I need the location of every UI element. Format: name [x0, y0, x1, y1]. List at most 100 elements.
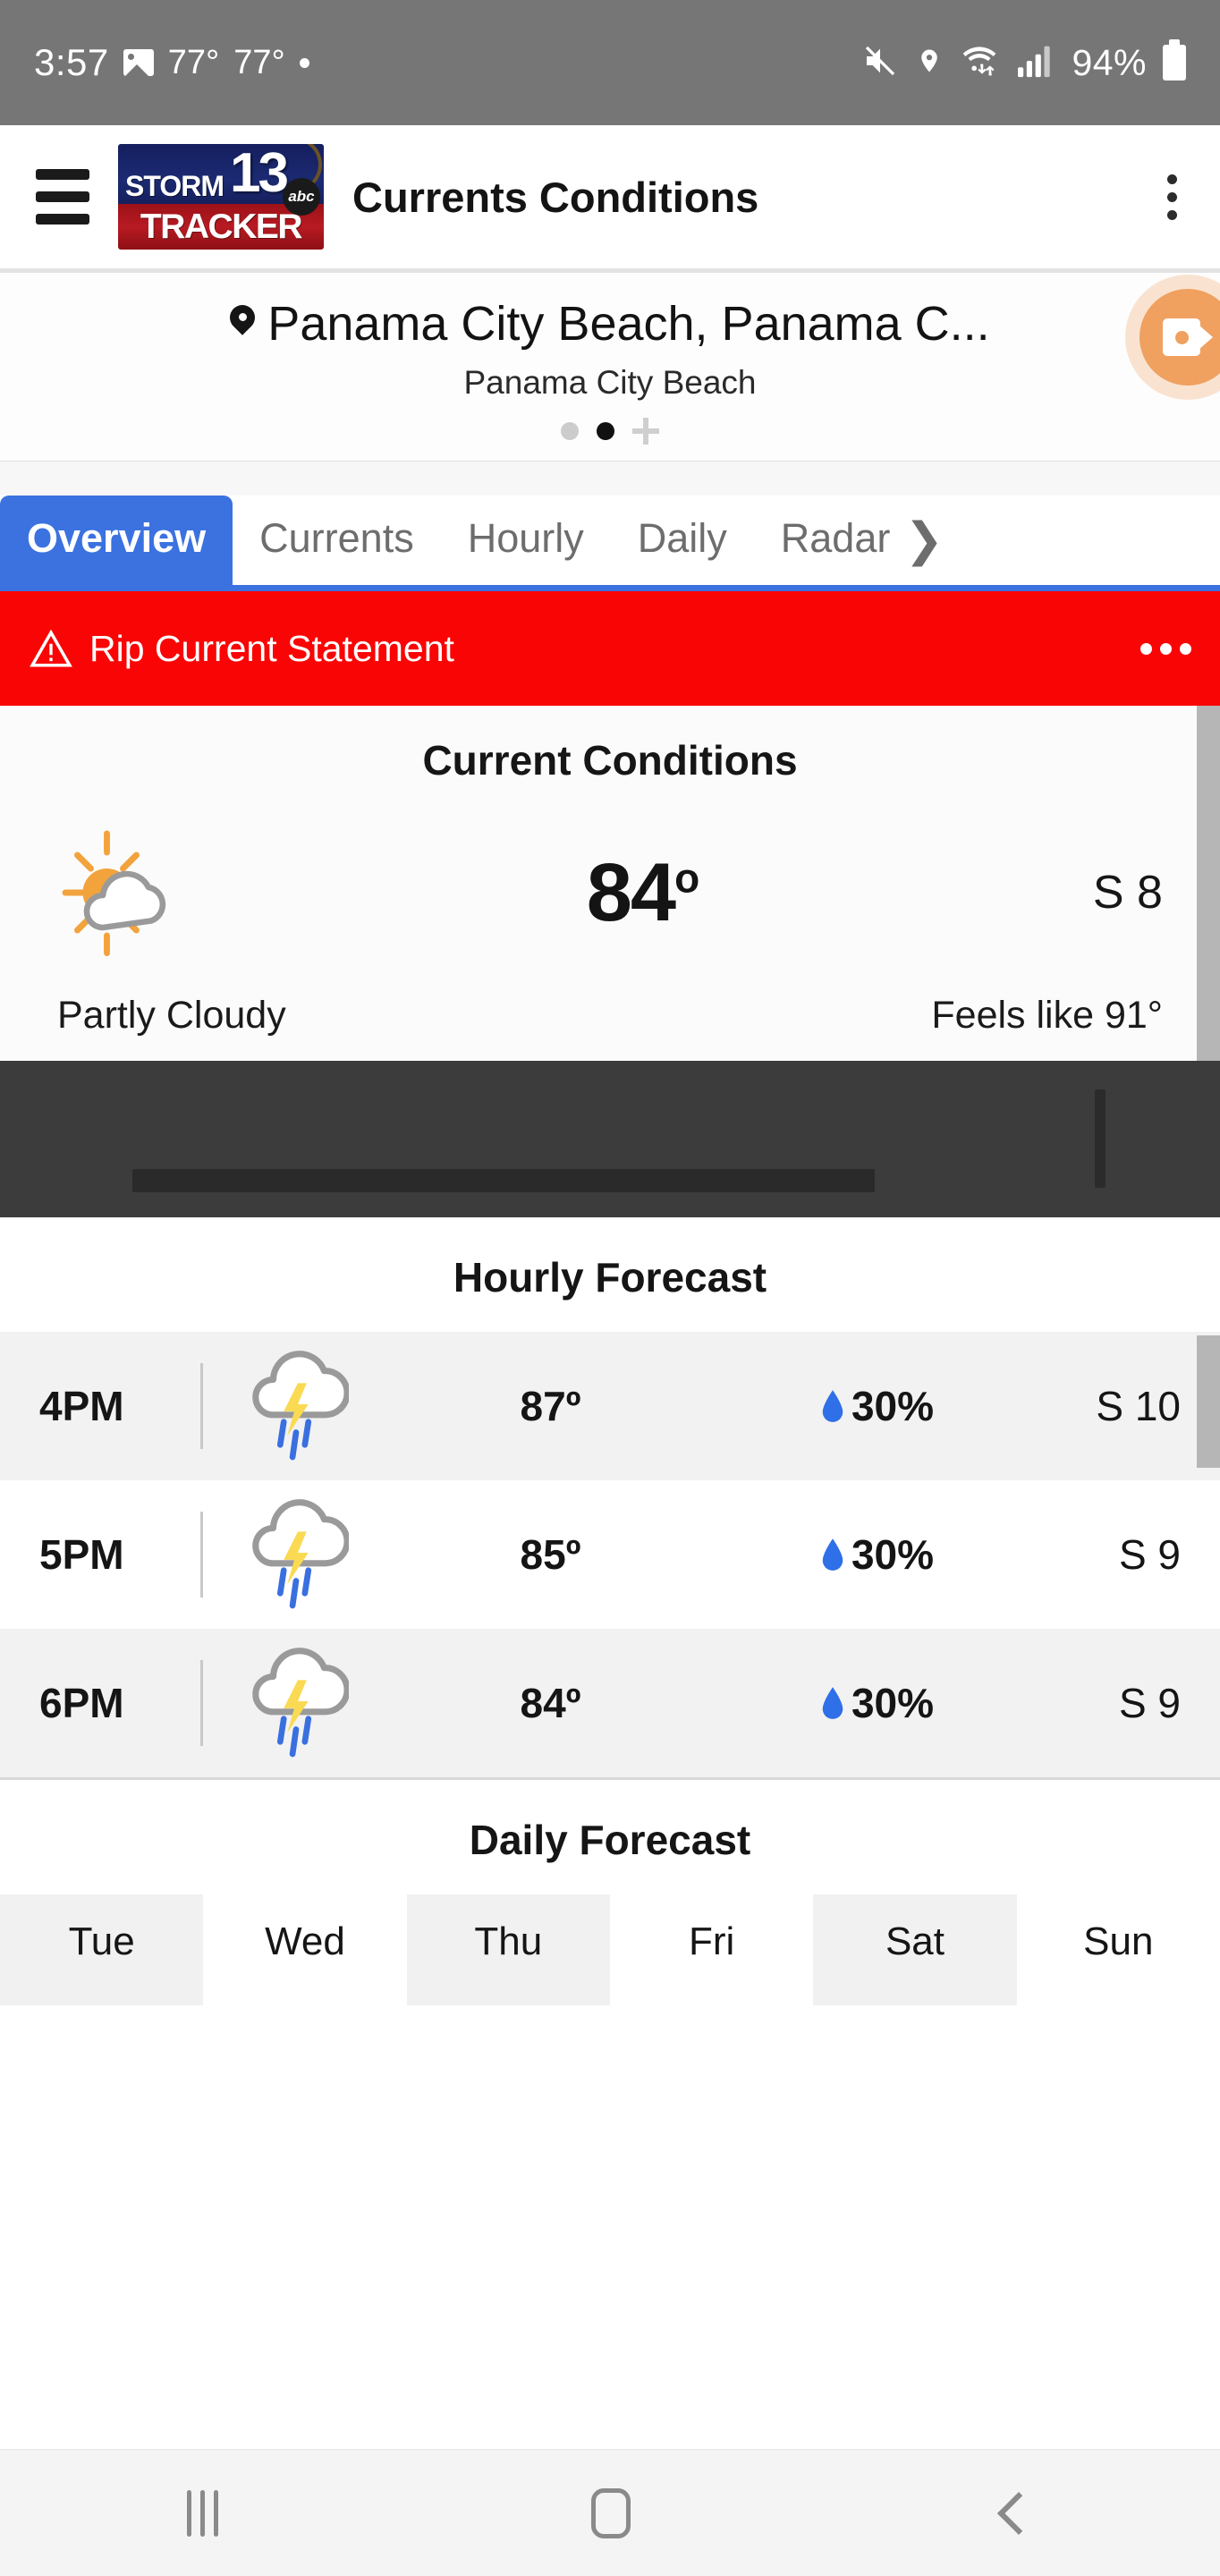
- current-conditions-card: Current Conditions 84o S 8 Partly Cloudy…: [0, 706, 1220, 1207]
- hourly-forecast-heading: Hourly Forecast: [0, 1217, 1220, 1332]
- location-pager[interactable]: [0, 418, 1220, 445]
- partly-cloudy-icon: [57, 826, 191, 960]
- image-icon: [123, 49, 154, 76]
- hourly-wind: S 9: [1118, 1680, 1181, 1726]
- current-conditions-main: 84o S 8: [0, 784, 1220, 960]
- pager-dot-1[interactable]: [561, 422, 579, 440]
- thunderstorm-icon: [242, 1645, 350, 1761]
- status-bar-left: 3:57 77° 77°: [34, 41, 309, 84]
- abc-network-icon: abc: [283, 178, 320, 216]
- battery-percent-label: 94%: [1072, 41, 1147, 83]
- hourly-scrollbar[interactable]: [1197, 1335, 1220, 1468]
- daily-day-fri[interactable]: Fri: [610, 1894, 813, 2005]
- table-row[interactable]: 4PM 87º 30% S 10: [0, 1332, 1220, 1480]
- chevron-right-icon[interactable]: ❯: [904, 513, 944, 585]
- thunderstorm-icon: [242, 1496, 350, 1613]
- current-conditions-heading: Current Conditions: [422, 737, 798, 784]
- status-bar-right: 94%: [860, 39, 1186, 84]
- hamburger-menu-icon[interactable]: [36, 169, 89, 225]
- daily-day-sun[interactable]: Sun: [1017, 1894, 1220, 2005]
- battery-icon: [1163, 39, 1186, 80]
- media-vertical-bar: [1095, 1089, 1106, 1188]
- water-drop-icon: [819, 1387, 846, 1425]
- hourly-wind: S 10: [1096, 1383, 1181, 1429]
- hourly-precip-value: 30%: [851, 1531, 935, 1578]
- status-bar: 3:57 77° 77° 94%: [0, 0, 1220, 125]
- daily-forecast-section: Daily Forecast Tue Wed Thu Fri Sat Sun: [0, 1780, 1220, 2005]
- app-bar: STORM 13 abc TRACKER Currents Conditions: [0, 125, 1220, 268]
- recents-icon[interactable]: [186, 2489, 218, 2537]
- logo-tracker-text: TRACKER: [140, 208, 303, 247]
- pager-dot-2[interactable]: [597, 422, 614, 440]
- android-nav-bar: [0, 2449, 1220, 2576]
- current-wind: S 8: [1092, 867, 1163, 919]
- add-location-icon[interactable]: [632, 418, 659, 445]
- daily-day-wed[interactable]: Wed: [203, 1894, 406, 2005]
- alert-content: Rip Current Statement: [29, 628, 454, 670]
- thunderstorm-icon: [242, 1348, 350, 1464]
- hourly-time: 6PM: [39, 1680, 124, 1726]
- daily-day-thu[interactable]: Thu: [406, 1894, 610, 2005]
- media-progress-bar[interactable]: [132, 1169, 875, 1192]
- hourly-precip: 30%: [751, 1382, 1002, 1430]
- hourly-time: 5PM: [39, 1531, 124, 1578]
- water-drop-icon: [819, 1536, 846, 1573]
- row-divider: [200, 1512, 203, 1597]
- current-conditions-footer: Partly Cloudy Feels like 91°: [0, 960, 1220, 1038]
- location-subtitle: Panama City Beach: [463, 364, 757, 401]
- record-dot-icon: [1175, 331, 1189, 344]
- cellular-signal-icon: [1016, 43, 1055, 83]
- logo-channel-number: 13: [230, 144, 289, 204]
- station-logo: STORM 13 abc TRACKER: [118, 144, 324, 250]
- tab-hourly[interactable]: Hourly: [441, 496, 611, 585]
- mute-icon: [860, 43, 900, 83]
- status-temp-2: 77°: [233, 43, 285, 81]
- dot-icon: [299, 57, 309, 68]
- row-divider: [200, 1363, 203, 1449]
- location-title: Panama City Beach, Panama C...: [267, 297, 990, 351]
- kebab-menu-icon[interactable]: [1160, 167, 1184, 227]
- home-icon[interactable]: [590, 2487, 631, 2538]
- status-bar-clock: 3:57: [34, 41, 109, 83]
- hourly-precip-value: 30%: [851, 1383, 935, 1429]
- tab-radar[interactable]: Radar: [754, 496, 918, 585]
- feels-like-text: Feels like 91°: [931, 994, 1163, 1037]
- daily-forecast-heading: Daily Forecast: [0, 1780, 1220, 1894]
- warning-triangle-icon: [29, 628, 73, 669]
- tab-daily[interactable]: Daily: [611, 496, 754, 585]
- tab-overview[interactable]: Overview: [0, 496, 233, 585]
- row-divider: [200, 1660, 203, 1746]
- video-record-icon: [1163, 318, 1213, 356]
- alert-banner[interactable]: Rip Current Statement: [0, 591, 1220, 706]
- location-title-row: Panama City Beach, Panama C...: [0, 296, 1220, 352]
- ellipsis-icon[interactable]: [1140, 642, 1191, 655]
- wifi-icon: [959, 43, 1000, 83]
- water-drop-icon: [819, 1684, 846, 1722]
- hourly-temp: 85º: [520, 1531, 581, 1578]
- location-card[interactable]: Panama City Beach, Panama C... Panama Ci…: [0, 273, 1220, 462]
- daily-day-sat[interactable]: Sat: [813, 1894, 1017, 2005]
- tab-bar: Overview Currents Hourly Daily Radar ❯: [0, 496, 1220, 591]
- back-icon[interactable]: [996, 2491, 1040, 2535]
- current-temperature: 84o: [586, 846, 699, 938]
- hourly-precip: 30%: [751, 1679, 1002, 1727]
- tab-currents[interactable]: Currents: [233, 496, 441, 585]
- page-title: Currents Conditions: [352, 173, 759, 221]
- hourly-forecast-section: Hourly Forecast 4PM 87º 30% S 10 5PM 85º…: [0, 1217, 1220, 1777]
- status-temp-1: 77°: [167, 43, 220, 81]
- hourly-precip-value: 30%: [851, 1680, 935, 1726]
- hourly-precip: 30%: [751, 1530, 1002, 1579]
- location-icon: [916, 43, 943, 83]
- hourly-time: 4PM: [39, 1383, 124, 1429]
- logo-storm-text: STORM: [125, 170, 225, 203]
- daily-day-tue[interactable]: Tue: [0, 1894, 204, 2005]
- hourly-temp: 84º: [520, 1680, 581, 1726]
- app-screen: 3:57 77° 77° 94% STORM 13 abc TRACKER Cu…: [0, 0, 1220, 2576]
- location-pin-icon: [230, 305, 255, 343]
- tabs-container: Overview Currents Hourly Daily Radar ❯: [0, 462, 1220, 591]
- media-placeholder[interactable]: [0, 1061, 1220, 1217]
- logo-top-panel: STORM 13 abc: [118, 144, 324, 216]
- hourly-wind: S 9: [1118, 1531, 1181, 1578]
- table-row[interactable]: 6PM 84º 30% S 9: [0, 1629, 1220, 1777]
- table-row[interactable]: 5PM 85º 30% S 9: [0, 1480, 1220, 1629]
